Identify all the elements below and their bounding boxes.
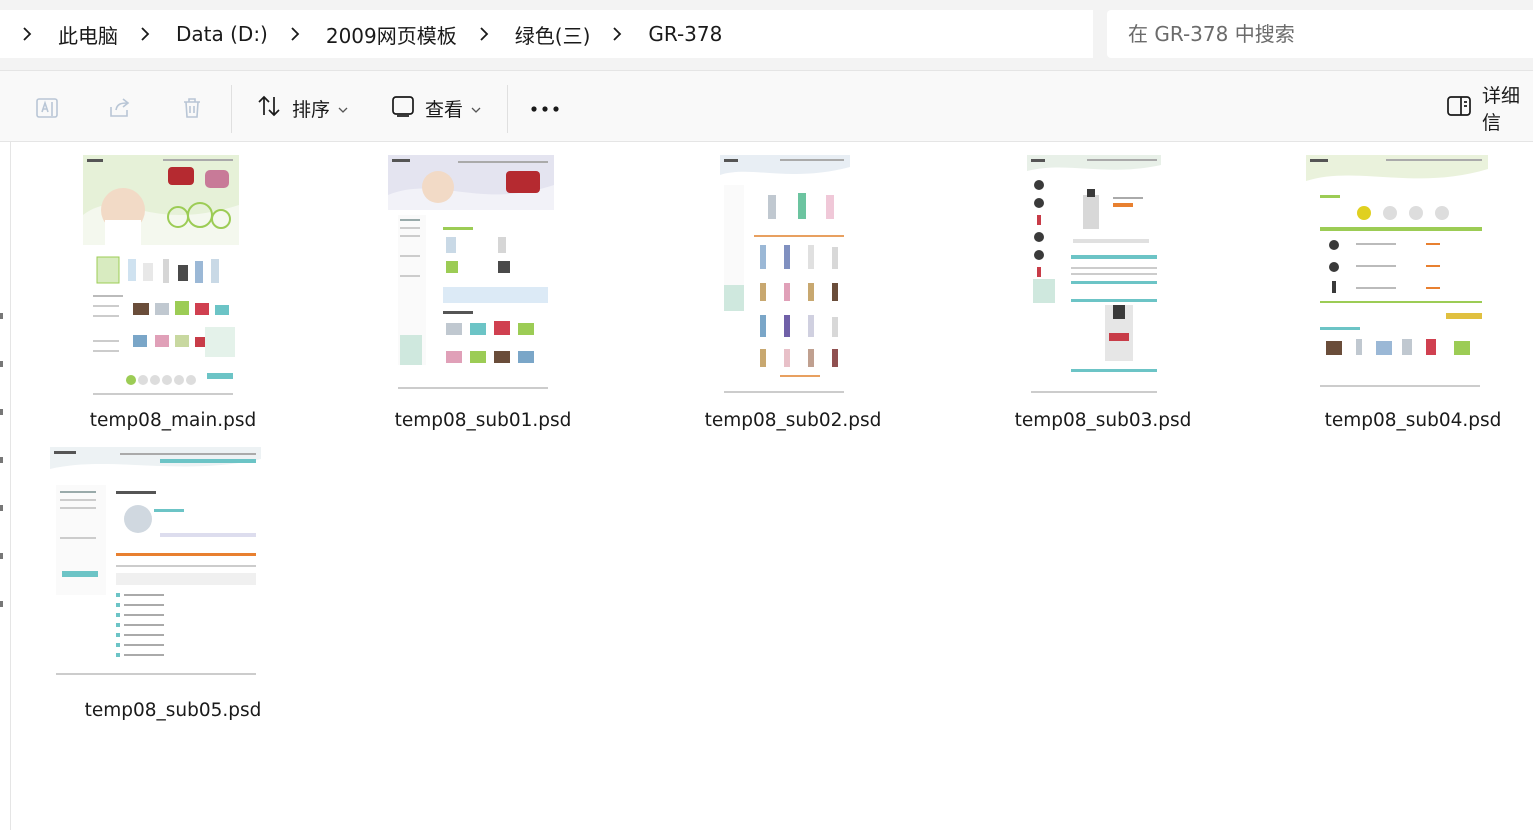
view-button[interactable]: 查看 — [391, 89, 481, 127]
address-bar-area: 此电脑 Data (D:) 2009网页模板 绿色(三) GR-378 — [0, 0, 1533, 70]
navigation-pane-splitter[interactable] — [10, 142, 11, 830]
breadcrumb[interactable]: 此电脑 Data (D:) 2009网页模板 绿色(三) GR-378 — [0, 10, 1093, 58]
details-pane-button[interactable]: 详细信 — [1446, 85, 1533, 134]
sort-icon — [256, 93, 282, 123]
nav-pane-marker — [0, 313, 3, 319]
file-item[interactable]: temp08_sub05.psd — [43, 445, 303, 730]
file-thumbnail — [83, 155, 239, 400]
more-options-button[interactable] — [530, 89, 560, 127]
file-name: temp08_sub05.psd — [84, 700, 262, 721]
file-thumbnail — [388, 155, 554, 400]
nav-pane-marker — [0, 409, 3, 415]
nav-pane-marker — [0, 553, 3, 559]
file-name: temp08_sub02.psd — [704, 410, 882, 431]
file-thumbnail — [50, 447, 261, 687]
sort-button[interactable]: 排序 — [256, 89, 348, 127]
toolbar-divider — [507, 85, 508, 133]
chevron-right-icon[interactable] — [608, 25, 626, 43]
nav-pane-marker — [0, 601, 3, 607]
delete-icon[interactable] — [179, 95, 205, 121]
file-name: temp08_sub03.psd — [1014, 410, 1192, 431]
breadcrumb-item-green-3[interactable]: 绿色(三) — [515, 20, 591, 49]
chevron-down-icon — [471, 99, 481, 118]
file-thumbnail — [1027, 155, 1161, 400]
command-bar: 排序 查看 详细信 — [0, 70, 1533, 142]
details-pane-icon — [1446, 95, 1472, 121]
search-box[interactable] — [1107, 10, 1533, 58]
view-icon — [391, 94, 415, 122]
chevron-right-icon[interactable] — [475, 25, 493, 43]
file-item[interactable]: temp08_main.psd — [43, 150, 303, 440]
breadcrumb-item-this-pc[interactable]: 此电脑 — [58, 20, 118, 49]
search-input[interactable] — [1128, 22, 1518, 46]
chevron-right-icon[interactable] — [286, 25, 304, 43]
file-item[interactable]: temp08_sub03.psd — [973, 150, 1233, 440]
sort-label: 排序 — [292, 98, 331, 121]
nav-pane-marker — [0, 361, 3, 367]
file-item[interactable]: temp08_sub02.psd — [663, 150, 923, 440]
file-item[interactable]: temp08_sub04.psd — [1283, 150, 1533, 440]
file-item[interactable]: temp08_sub01.psd — [353, 150, 613, 440]
more-icon — [530, 99, 560, 118]
file-thumbnail — [1306, 155, 1488, 400]
nav-pane-marker — [0, 457, 3, 463]
file-name: temp08_main.psd — [89, 410, 257, 431]
breadcrumb-item-templates-2009[interactable]: 2009网页模板 — [326, 20, 457, 49]
chevron-down-icon — [338, 99, 348, 118]
file-thumbnail — [720, 155, 850, 400]
details-pane-label: 详细信 — [1482, 85, 1521, 134]
chevron-right-icon[interactable] — [136, 25, 154, 43]
chevron-right-icon[interactable] — [18, 25, 36, 43]
share-icon[interactable] — [107, 95, 133, 121]
file-name: temp08_sub04.psd — [1324, 410, 1502, 431]
breadcrumb-item-data-drive[interactable]: Data (D:) — [176, 22, 268, 46]
file-name: temp08_sub01.psd — [394, 410, 572, 431]
rename-icon[interactable] — [35, 95, 61, 121]
view-label: 查看 — [425, 98, 464, 121]
toolbar-divider — [231, 85, 232, 133]
breadcrumb-item-gr-378[interactable]: GR-378 — [648, 22, 722, 46]
nav-pane-marker — [0, 505, 3, 511]
